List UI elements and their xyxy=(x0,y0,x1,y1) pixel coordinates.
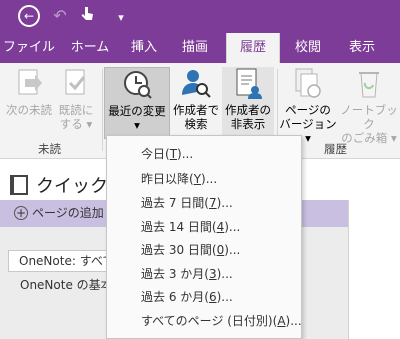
next-unread-button[interactable]: 次の未読 xyxy=(4,67,54,137)
mark-read-label-1: 既読に xyxy=(58,103,94,117)
menu-item-since-yesterday[interactable]: 昨日以降(Y)... xyxy=(141,170,217,187)
back-icon[interactable]: ← xyxy=(18,5,40,27)
plus-icon: + xyxy=(14,206,28,220)
add-page-label: ページの追加 xyxy=(32,206,104,220)
mark-read-label-2: する xyxy=(59,117,83,131)
hide-authors-label-2: 非表示 xyxy=(230,117,266,131)
page-versions-label-1: ページの xyxy=(285,103,331,117)
tab-view[interactable]: 表示 xyxy=(338,33,386,63)
notebook-recycle-bin-arrow: ▾ xyxy=(390,131,397,145)
search-by-author-button[interactable]: 作成者で 検索 xyxy=(170,67,222,137)
tab-insert[interactable]: 挿入 xyxy=(122,33,166,63)
hide-authors-label-1: 作成者の xyxy=(225,103,271,117)
search-by-author-label-2: 検索 xyxy=(184,117,208,131)
recent-changes-arrow: ▾ xyxy=(134,118,140,132)
page-list-item[interactable]: OneNote の基本 xyxy=(20,276,113,293)
page-versions-arrow: ▾ xyxy=(305,131,311,145)
recycle-bin-icon xyxy=(359,72,379,98)
notebook-icon xyxy=(10,175,28,195)
menu-item-last-6-months[interactable]: 過去 6 か月(6)... xyxy=(141,288,233,305)
tab-draw[interactable]: 描画 xyxy=(172,33,218,63)
menu-item-last-14-days[interactable]: 過去 14 日間(4)... xyxy=(141,218,240,235)
clock-icon xyxy=(124,71,152,99)
hide-authors-icon xyxy=(236,68,262,99)
tab-history[interactable]: 履歴 xyxy=(226,33,280,63)
undo-icon[interactable]: ↶ xyxy=(52,5,68,27)
mark-read-icon xyxy=(65,69,86,95)
mark-read-button[interactable]: 既読に する ▾ xyxy=(54,67,98,137)
ribbon-separator xyxy=(102,69,103,151)
author-search-icon xyxy=(182,70,211,98)
note-canvas[interactable] xyxy=(348,200,400,339)
page-versions-icon xyxy=(295,68,321,98)
menu-item-today[interactable]: 今日(T)... xyxy=(141,145,193,162)
customize-qat-icon[interactable]: ▾ xyxy=(114,7,128,29)
mark-read-dropdown-arrow: ▾ xyxy=(86,117,93,131)
touch-mode-icon[interactable] xyxy=(76,5,98,31)
recent-changes-menu: 今日(T)... 昨日以降(Y)... 過去 7 日間(7)... 過去 14 … xyxy=(106,135,302,339)
menu-item-last-3-months[interactable]: 過去 3 か月(3)... xyxy=(141,265,233,282)
tab-home[interactable]: ホーム xyxy=(62,33,118,63)
menu-item-last-7-days[interactable]: 過去 7 日間(7)... xyxy=(141,194,233,211)
next-unread-label: 次の未読 xyxy=(6,103,52,117)
title-bar: ← ↶ ▾ xyxy=(0,0,400,33)
menu-item-all-pages-by-date[interactable]: すべてのページ (日付別)(A)... xyxy=(141,312,302,329)
next-unread-icon xyxy=(18,69,42,95)
tab-review[interactable]: 校閲 xyxy=(284,33,332,63)
ribbon-tabs: ファイル ホーム 挿入 描画 履歴 校閲 表示 xyxy=(0,33,400,63)
hide-authors-button[interactable]: 作成者の 非表示 xyxy=(222,67,274,137)
tab-file[interactable]: ファイル xyxy=(0,33,58,63)
menu-item-last-30-days[interactable]: 過去 30 日間(0)... xyxy=(141,241,240,258)
notebook-recycle-bin-label-2: のごみ箱 xyxy=(341,131,388,145)
recent-changes-button[interactable]: 最近の変更 ▾ xyxy=(104,67,170,139)
search-by-author-label-1: 作成者で xyxy=(173,103,219,117)
notebook-recycle-bin-label-1: ノートブック xyxy=(340,103,398,131)
recent-changes-label: 最近の変更 xyxy=(108,104,166,118)
group-label-unread: 未読 xyxy=(38,142,61,156)
notebook-recycle-bin-button[interactable]: ノートブック のごみ箱 ▾ xyxy=(338,67,400,145)
group-label-history: 履歴 xyxy=(324,142,347,156)
page-versions-label-2: バージョン xyxy=(279,117,337,131)
page-versions-button[interactable]: ページの バージョン ▾ xyxy=(278,67,338,145)
